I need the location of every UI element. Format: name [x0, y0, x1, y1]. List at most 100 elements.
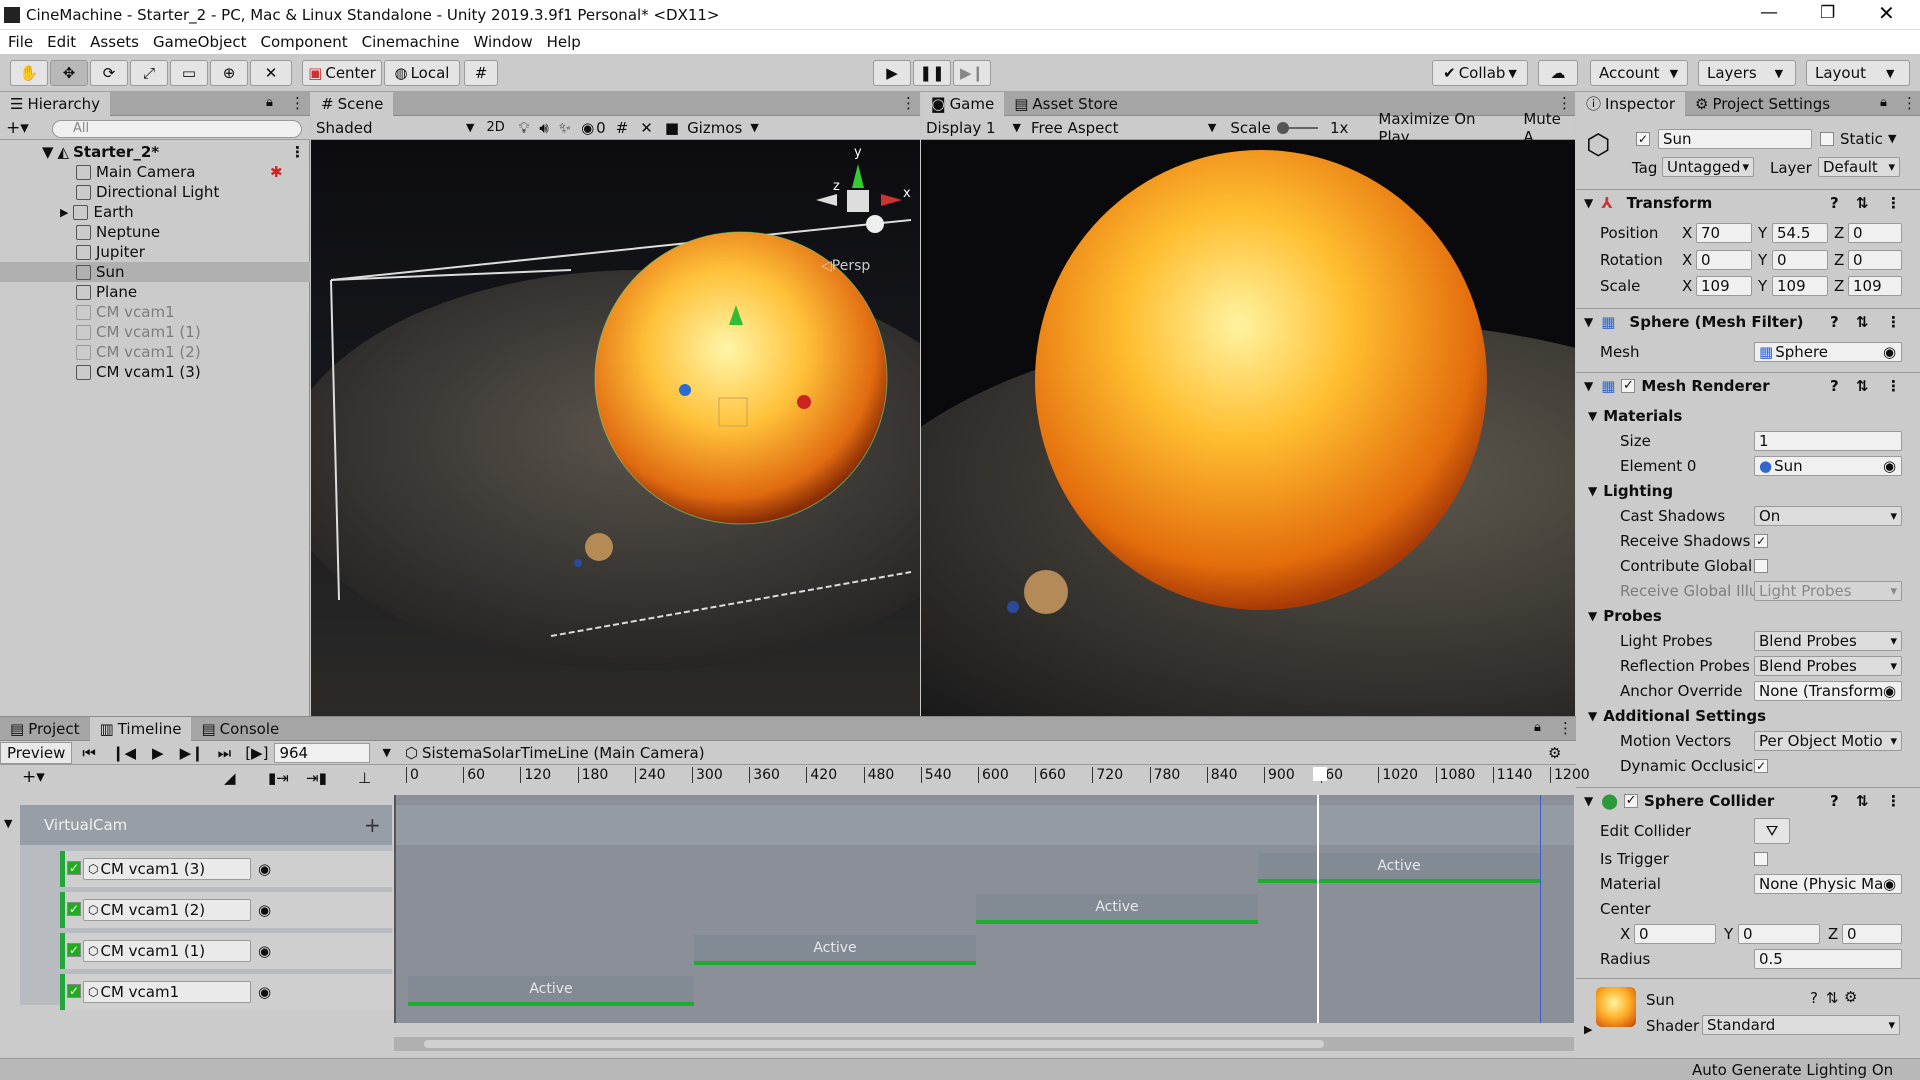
scale-y-field[interactable]: 109 — [1772, 276, 1828, 296]
more-icon[interactable]: ⋮ — [290, 94, 305, 112]
layers-dropdown[interactable]: Layers ▼ — [1698, 60, 1796, 86]
settings-sliders-icon[interactable]: ⇅ — [1856, 377, 1869, 395]
goto-start-icon[interactable]: ⏮ — [82, 744, 96, 762]
probes-foldout[interactable]: ▼ Probes — [1582, 605, 1912, 627]
restore-icon[interactable]: ❐ — [1820, 3, 1835, 23]
track-binding-field[interactable]: ⬡ CM vcam1 ◉ — [83, 981, 271, 1003]
edit-mode-icon[interactable]: ◢ — [224, 769, 236, 787]
playhead-line[interactable] — [1317, 795, 1319, 1023]
audio-icon[interactable]: 🔊︎ — [539, 119, 548, 137]
hierarchy-item[interactable]: Directional Light — [0, 182, 310, 202]
track-header-vcam1b[interactable]: ✓⬡CM vcam1 (1)◉⋮ — [60, 933, 410, 969]
clip-vcam1[interactable]: Active — [408, 976, 694, 1006]
foldout-arrow-icon[interactable]: ▶ — [1584, 1023, 1592, 1036]
track-header-vcam1[interactable]: ✓⬡CM vcam1◉⋮ — [60, 974, 410, 1010]
tag-dropdown[interactable]: Untagged — [1662, 157, 1754, 177]
move-tool-icon[interactable]: ✥ — [50, 60, 88, 86]
scene-viewport[interactable]: y x z ◁Persp — [311, 140, 920, 716]
sphere-collider-header[interactable]: ▼ ⬤ ✓ Sphere Collider? ⇅ ⋮ — [1576, 787, 1920, 813]
more-icon[interactable]: ⋮ — [1886, 313, 1901, 331]
help-icon[interactable]: ? — [1830, 792, 1839, 810]
active-checkbox[interactable]: ✓ — [1636, 132, 1650, 146]
settings-sliders-icon[interactable]: ⇅ — [1856, 313, 1869, 331]
object-picker-icon[interactable]: ◉ — [258, 983, 271, 1001]
cast-shadows-dropdown[interactable]: On — [1754, 506, 1902, 526]
more-icon[interactable]: ⋮ — [1886, 377, 1901, 395]
track-binding-field[interactable]: ⬡ CM vcam1 (2) ◉ — [83, 899, 271, 921]
position-x-field[interactable]: 70 — [1696, 223, 1752, 243]
is-trigger-checkbox[interactable] — [1754, 852, 1768, 866]
help-icon[interactable]: ? — [1830, 313, 1839, 331]
hand-tool-icon[interactable]: ✋ — [10, 60, 48, 86]
aspect-dropdown[interactable]: Free Aspect — [1031, 119, 1208, 137]
mesh-filter-header[interactable]: ▼ ▦ Sphere (Mesh Filter)? ⇅ ⋮ — [1576, 308, 1920, 334]
game-viewport[interactable] — [921, 140, 1575, 716]
motion-vectors-dropdown[interactable]: Per Object Motio — [1754, 731, 1902, 751]
jupiter-sphere[interactable] — [585, 533, 613, 561]
hierarchy-search-input[interactable]: All — [52, 120, 302, 138]
expand-arrow-icon[interactable]: ▶ — [60, 206, 68, 219]
rotate-tool-icon[interactable]: ⟳ — [90, 60, 128, 86]
layer-dropdown[interactable]: Default — [1818, 157, 1900, 177]
add-track-icon[interactable]: +▾ — [22, 767, 45, 787]
z-axis-handle[interactable] — [679, 384, 691, 396]
frame-mode-icon[interactable]: [▶] — [245, 744, 268, 762]
object-picker-icon[interactable]: ◉ — [258, 901, 271, 919]
grid-snap-icon[interactable]: # — [464, 60, 498, 86]
scrollbar-thumb[interactable] — [424, 1040, 1324, 1048]
more-icon[interactable]: ⋮ — [1558, 719, 1573, 737]
menu-file[interactable]: File — [8, 33, 33, 51]
menu-cinemachine[interactable]: Cinemachine — [362, 33, 460, 51]
gizmos-dropdown[interactable]: Gizmos — [687, 119, 742, 137]
more-icon[interactable]: ⋮ — [1886, 194, 1901, 212]
tab-console[interactable]: ▤ Console — [191, 717, 289, 741]
help-icon[interactable]: ? — [1830, 194, 1839, 212]
menu-edit[interactable]: Edit — [47, 33, 76, 51]
menu-component[interactable]: Component — [261, 33, 348, 51]
enabled-checkbox[interactable]: ✓ — [1621, 378, 1636, 393]
gear-icon[interactable]: ⚙ — [1844, 988, 1857, 1006]
layout-dropdown[interactable]: Layout ▼ — [1806, 60, 1910, 86]
grid-toggle-icon[interactable]: # — [616, 119, 629, 137]
horizontal-scrollbar[interactable] — [394, 1037, 1574, 1051]
add-icon[interactable]: + — [364, 813, 381, 837]
tab-project[interactable]: ▤ Project — [0, 717, 90, 741]
element0-field[interactable]: ● Sun ◉ — [1754, 456, 1902, 476]
static-checkbox[interactable] — [1820, 132, 1834, 146]
tab-game[interactable]: ◙ Game — [921, 91, 1005, 116]
pin-icon[interactable]: ⊥ — [358, 769, 371, 787]
foldout-arrow-icon[interactable]: ▼ — [1584, 379, 1593, 393]
chevron-down-icon[interactable]: ▼ — [1888, 132, 1896, 145]
object-name-field[interactable]: Sun — [1658, 129, 1812, 149]
rotation-z-field[interactable]: 0 — [1848, 250, 1902, 270]
dynamic-occlusion-checkbox[interactable]: ✓ — [1754, 759, 1768, 773]
collider-material-field[interactable]: None (Physic Ma ◉ — [1754, 874, 1902, 894]
settings-sliders-icon[interactable]: ⇅ — [1856, 194, 1869, 212]
hierarchy-item-selected[interactable]: Sun — [0, 262, 310, 282]
scene-root-row[interactable]: ▼ ◭ Starter_2* ⋮ — [0, 142, 310, 162]
camera-icon[interactable]: ■ — [665, 119, 679, 137]
object-picker-icon[interactable]: ◉ — [1883, 343, 1896, 361]
help-icon[interactable]: ? — [1830, 377, 1839, 395]
additional-settings-foldout[interactable]: ▼ Additional Settings — [1582, 705, 1912, 727]
account-dropdown[interactable]: Account ▼ — [1590, 60, 1688, 86]
mesh-renderer-header[interactable]: ▼ ▦ ✓ Mesh Renderer? ⇅ ⋮ — [1576, 372, 1920, 398]
hierarchy-item[interactable]: Jupiter — [0, 242, 310, 262]
size-field[interactable]: 1 — [1754, 431, 1902, 451]
center-x-field[interactable]: 0 — [1634, 924, 1716, 944]
clip-area[interactable]: Active Active Active Active — [394, 795, 1574, 1023]
clip-vcam2[interactable]: Active — [976, 894, 1258, 924]
scale-z-field[interactable]: 109 — [1848, 276, 1902, 296]
center-z-field[interactable]: 0 — [1842, 924, 1902, 944]
transform-tool-icon[interactable]: ⊕ — [210, 60, 248, 86]
hierarchy-item[interactable]: Plane — [0, 282, 310, 302]
track-binding-field[interactable]: ⬡ CM vcam1 (3) ◉ — [83, 858, 271, 880]
next-frame-icon[interactable]: ▶❙ — [180, 744, 204, 762]
lock-icon[interactable]: 🔒︎ — [1534, 720, 1541, 735]
x-axis-handle[interactable] — [797, 395, 811, 409]
toggle-2d-button[interactable]: 2D — [486, 120, 504, 135]
sun-sphere[interactable] — [595, 232, 887, 524]
effects-icon[interactable]: ✨︎ — [559, 119, 571, 137]
play-icon[interactable]: ▶ — [152, 744, 164, 762]
close-icon[interactable]: ✕ — [1878, 1, 1895, 25]
